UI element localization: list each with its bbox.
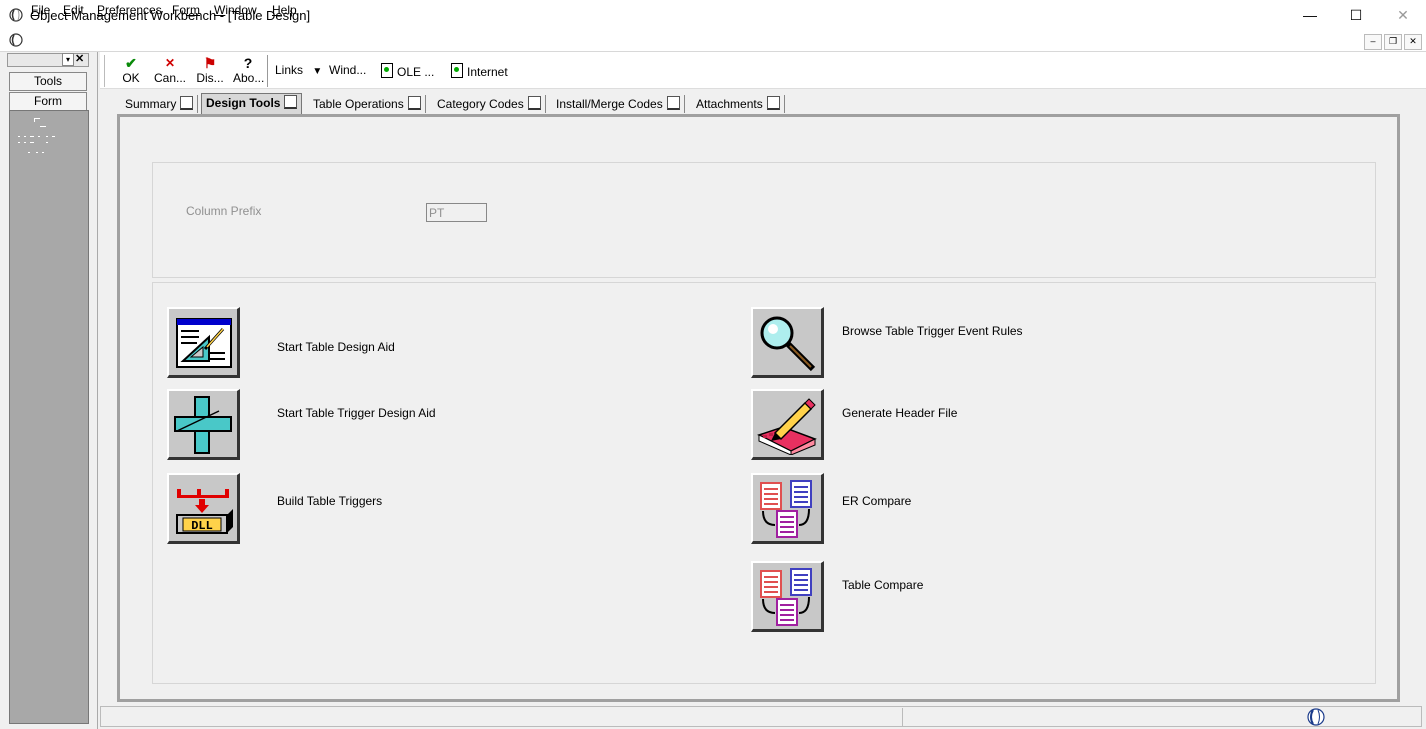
left-pane-close-button[interactable]: ✕ [75,52,84,65]
browse-table-trigger-event-rules-label: Browse Table Trigger Event Rules [842,324,1023,338]
trigger-design-aid-icon [174,396,232,454]
cancel-x-icon: ✕ [164,56,176,70]
app-globe-icon [9,8,23,22]
mdi-minimize-button[interactable]: – [1364,34,1382,50]
cancel-button[interactable]: ✕ Can... [152,55,188,85]
check-icon: ✔ [125,55,137,71]
close-button[interactable]: ✕ [1380,0,1426,31]
generate-header-file-label: Generate Header File [842,406,958,420]
pencil-book-icon [757,398,817,456]
tab-page-icon [180,96,194,110]
maximize-button[interactable]: ☐ [1333,0,1379,31]
tab-page-icon [407,96,421,110]
tab-page-icon [284,95,298,109]
left-tab-form[interactable]: Form [9,92,87,111]
start-table-design-aid-button[interactable] [167,307,240,378]
magnifier-icon [760,316,816,372]
generate-header-file-button[interactable] [751,389,824,460]
column-prefix-group [152,162,1376,278]
ok-button[interactable]: ✔ OK [120,55,142,85]
toolbar-grip [104,55,105,87]
mdi-close-button[interactable]: ✕ [1404,34,1422,50]
menu-form[interactable]: Form [172,3,200,17]
start-table-trigger-design-aid-button[interactable] [167,389,240,460]
tab-table-operations[interactable]: Table Operations [309,95,426,113]
form-thumbnail-icon [18,118,55,153]
tab-page-icon [527,96,541,110]
tab-page-icon [666,96,680,110]
status-bar [100,706,1422,727]
link-internet[interactable]: Internet [451,63,508,79]
display-icon: ⚑ [203,55,217,71]
mdi-controls: – ❐ ✕ [1362,33,1422,50]
menu-window[interactable]: Window [214,3,257,17]
mdi-restore-button[interactable]: ❐ [1384,34,1402,50]
about-button-label: Abo... [233,71,265,85]
column-prefix-field[interactable] [426,203,487,222]
build-table-triggers-button[interactable]: DLL [167,473,240,544]
start-table-design-aid-label: Start Table Design Aid [277,340,395,354]
tab-summary[interactable]: Summary [121,95,199,113]
left-pane-pin-button[interactable]: ▾ [62,53,74,66]
tab-category-codes[interactable]: Category Codes [433,95,546,113]
build-table-triggers-label: Build Table Triggers [277,494,383,508]
tab-attachments[interactable]: Attachments [692,95,785,113]
document-icon [381,63,393,78]
er-compare-label: ER Compare [842,494,912,508]
build-triggers-dll-icon: DLL [176,489,233,534]
display-button-label: Dis... [196,71,224,85]
browse-table-trigger-event-rules-button[interactable] [751,307,824,378]
toolbar-separator [267,55,268,87]
document-icon [451,63,463,78]
link-window[interactable]: Wind... [329,63,366,77]
tab-page-icon [766,96,780,110]
left-pane-content [9,110,89,724]
table-design-aid-icon [176,318,232,368]
minimize-button[interactable]: — [1287,0,1333,31]
status-bar-divider [902,708,903,727]
er-compare-button[interactable] [751,473,824,544]
start-table-trigger-design-aid-label: Start Table Trigger Design Aid [277,406,436,420]
status-globe-icon [1307,708,1325,726]
links-dropdown[interactable]: Links ▼ [275,63,322,77]
compare-documents-icon [760,480,812,538]
column-prefix-label: Column Prefix [186,204,262,218]
table-compare-label: Table Compare [842,578,924,592]
dropdown-arrow-icon: ▼ [312,66,323,77]
links-label: Links [275,63,304,77]
ok-button-label: OK [122,71,140,85]
tab-install-merge-codes[interactable]: Install/Merge Codes [552,95,685,113]
about-icon: ? [243,55,253,71]
display-button[interactable]: ⚑ Dis... [194,55,226,85]
cancel-button-label: Can... [153,71,186,85]
link-ole[interactable]: OLE ... [381,63,434,79]
mdi-globe-icon[interactable] [9,33,23,47]
menu-bar [0,31,1426,52]
table-compare-button[interactable] [751,561,824,632]
compare-documents-icon [760,568,812,626]
menu-file[interactable]: File [31,3,50,17]
menu-help[interactable]: Help [272,3,297,17]
dll-icon-text: DLL [191,519,213,533]
about-button[interactable]: ? Abo... [233,55,265,85]
left-tab-tools[interactable]: Tools [9,72,87,91]
menu-edit[interactable]: Edit [63,3,84,17]
menu-preferences[interactable]: Preferences [97,3,162,17]
tab-design-tools[interactable]: Design Tools [201,93,303,114]
